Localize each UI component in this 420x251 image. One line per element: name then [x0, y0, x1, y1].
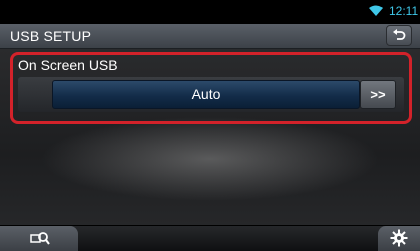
setting-value: Auto [191, 86, 221, 102]
device-search-button[interactable] [0, 226, 78, 251]
status-bar: 12:11 [0, 0, 420, 24]
page-title: USB SETUP [10, 28, 92, 44]
settings-button[interactable] [378, 226, 420, 251]
back-button[interactable] [386, 25, 412, 46]
header-bar: USB SETUP [0, 24, 420, 49]
wifi-icon [369, 5, 383, 16]
next-button[interactable]: >> [360, 80, 396, 109]
setting-label: On Screen USB [18, 57, 118, 73]
search-device-icon [30, 232, 50, 245]
back-arrow-icon [393, 29, 406, 40]
status-time: 12:11 [389, 4, 419, 18]
gear-icon [390, 229, 408, 247]
